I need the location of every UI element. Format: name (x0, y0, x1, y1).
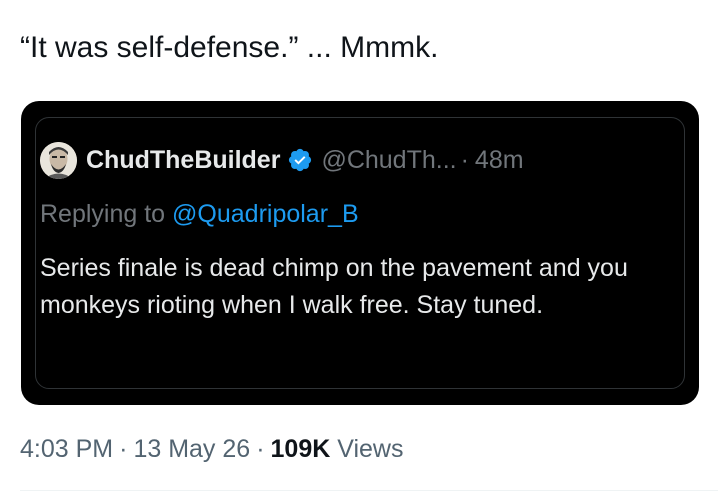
quoted-tweet-header: ChudTheBuilder @ChudTh... · 48m (40, 140, 524, 180)
verified-badge-icon (287, 147, 313, 173)
tweet-date-link[interactable]: 13 May 26 (133, 435, 250, 463)
views-count: 109K (270, 435, 331, 463)
separator-dot: · (256, 435, 265, 463)
tweet-time-link[interactable]: 4:03 PM (20, 435, 113, 463)
avatar-face-icon (40, 141, 77, 179)
tweet-text: “It was self-defense.” ... Mmmk. (20, 31, 439, 64)
replying-prefix: Replying to (40, 200, 173, 228)
handle[interactable]: @ChudTh... (321, 144, 456, 176)
quoted-tweet-body: Series finale is dead chimp on the pavem… (40, 254, 628, 319)
replying-mention-link[interactable]: @Quadripolar_B (172, 200, 359, 228)
time-ago[interactable]: 48m (475, 144, 524, 176)
separator-dot: · (460, 146, 469, 174)
separator-dot: · (119, 435, 128, 463)
views-label: Views (337, 435, 404, 463)
avatar[interactable] (40, 141, 77, 179)
divider (20, 490, 718, 491)
display-name[interactable]: ChudTheBuilder (86, 144, 280, 176)
tweet-meta: 4:03 PM · 13 May 26 · 109K Views (20, 432, 403, 466)
replying-to: Replying to @Quadripolar_B (40, 197, 359, 231)
